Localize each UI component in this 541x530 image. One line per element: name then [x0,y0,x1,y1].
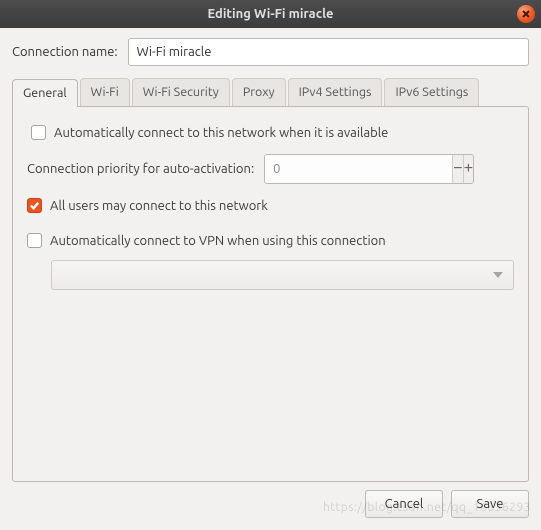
auto-vpn-row: Automatically connect to VPN when using … [27,233,514,248]
tab-strip: General Wi-Fi Wi-Fi Security Proxy IPv4 … [12,78,529,106]
all-users-checkbox[interactable] [27,198,42,213]
priority-row: Connection priority for auto-activation:… [27,154,514,184]
tab-proxy[interactable]: Proxy [232,78,286,106]
tab-wifi-security[interactable]: Wi-Fi Security [132,78,230,106]
auto-connect-row: Automatically connect to this network wh… [31,125,514,140]
window-content: Connection name: General Wi-Fi Wi-Fi Sec… [0,28,541,530]
connection-name-label: Connection name: [12,45,118,59]
auto-vpn-checkbox[interactable] [27,233,42,248]
all-users-row: All users may connect to this network [27,198,514,213]
window-title: Editing Wi-Fi miracle [207,7,333,21]
priority-label: Connection priority for auto-activation: [27,162,254,176]
priority-decrement-button[interactable]: − [452,155,463,183]
plus-icon: + [464,160,473,178]
auto-connect-label: Automatically connect to this network wh… [54,126,388,140]
minus-icon: − [453,160,462,178]
all-users-label: All users may connect to this network [50,199,268,213]
tab-wifi[interactable]: Wi-Fi [80,78,130,106]
close-icon [522,10,530,18]
chevron-down-icon [493,272,503,278]
priority-input[interactable] [265,155,452,183]
auto-connect-checkbox[interactable] [31,125,46,140]
tab-panel-general: Automatically connect to this network wh… [12,106,529,482]
cancel-button[interactable]: Cancel [365,490,443,518]
window-close-button[interactable] [517,5,535,23]
priority-spinner: − + [264,154,474,184]
save-button[interactable]: Save [451,490,529,518]
tab-general[interactable]: General [12,79,78,107]
vpn-select-row [51,260,514,290]
titlebar: Editing Wi-Fi miracle [0,0,541,28]
priority-increment-button[interactable]: + [463,155,474,183]
dialog-footer: Cancel Save [12,490,529,518]
vpn-select[interactable] [51,260,514,290]
tab-ipv6[interactable]: IPv6 Settings [384,78,479,106]
connection-name-row: Connection name: [12,38,529,66]
connection-name-input[interactable] [128,38,529,66]
tab-ipv4[interactable]: IPv4 Settings [288,78,383,106]
checkmark-icon [29,200,40,211]
auto-vpn-label: Automatically connect to VPN when using … [50,234,386,248]
